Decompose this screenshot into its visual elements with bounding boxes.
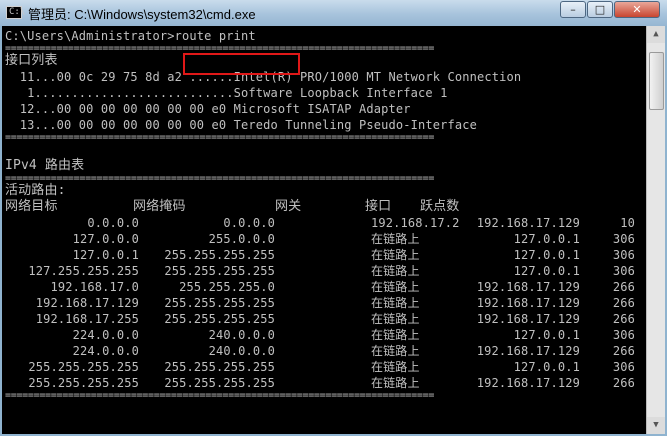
route-row: 192.168.17.0 255.255.255.0 在链路上 192.168.17.… xyxy=(5,279,635,295)
scroll-down-arrow[interactable]: ▼ xyxy=(647,417,665,434)
route-row: 255.255.255.255 255.255.255.255 在链路上 192.16… xyxy=(5,375,634,391)
command-highlight-box xyxy=(183,53,300,75)
route-column-headers: 网络目标 网络掩码 网关 接口 跃点数 xyxy=(5,199,521,215)
route-cell-metric: 266 xyxy=(612,296,635,310)
route-cell-metric: 306 xyxy=(612,248,635,262)
interface-row: 12...00 00 00 00 00 00 00 e0 Microsoft I… xyxy=(5,102,411,116)
column-header-gateway: 网关 xyxy=(275,199,302,214)
console-output[interactable]: C:\Users\Administrator>route print =====… xyxy=(2,26,646,434)
column-header-netmask: 网络掩码 xyxy=(133,199,186,214)
ipv4-route-table-header: IPv4 路由表 xyxy=(5,158,85,173)
route-cell-metric: 306 xyxy=(612,264,635,278)
route-cell-metric: 266 xyxy=(612,312,635,326)
route-row: 127.0.0.1 255.255.255.255 在链路上 127.0.0.1 306 xyxy=(5,247,635,263)
command-text: route print xyxy=(174,29,256,43)
cmd-window: C:\ 管理员: C:\Windows\system32\cmd.exe – □… xyxy=(0,0,667,436)
interface-row: 1...........................Software Loo… xyxy=(5,86,448,100)
route-row: 127.0.0.0 255.0.0.0 在链路上 127.0.0.1 306 xyxy=(5,231,635,247)
interface-row: 13...00 00 00 00 00 00 00 e0 Teredo Tunn… xyxy=(5,118,477,132)
column-header-destination: 网络目标 xyxy=(5,199,58,214)
column-header-metric: 跃点数 xyxy=(420,199,460,214)
route-row: 192.168.17.129 255.255.255.255 在链路上 192.168… xyxy=(5,295,635,311)
route-row: 127.255.255.255 255.255.255.255 在链路上 127.0.… xyxy=(5,263,634,279)
prompt-text: C:\Users\Administrator> xyxy=(5,29,175,43)
route-cell-metric: 306 xyxy=(612,232,635,246)
separator-line: ========================================… xyxy=(5,133,435,142)
route-cell-metric: 306 xyxy=(612,328,635,342)
route-row: 224.0.0.0 240.0.0.0 在链路上 127.0.0.1 306 xyxy=(5,327,635,343)
separator-line: ========================================… xyxy=(5,174,435,183)
maximize-button[interactable]: □ xyxy=(587,1,613,18)
scroll-up-arrow[interactable]: ▲ xyxy=(647,26,665,43)
route-row: 224.0.0.0 240.0.0.0 在链路上 192.168.17.129 266 xyxy=(5,343,635,359)
column-header-interface: 接口 xyxy=(365,199,392,214)
separator-line: ========================================… xyxy=(5,391,435,400)
window-title: 管理员: C:\Windows\system32\cmd.exe xyxy=(28,7,256,22)
title-bar[interactable]: C:\ 管理员: C:\Windows\system32\cmd.exe – □… xyxy=(0,0,667,26)
scrollbar-thumb[interactable] xyxy=(649,52,664,110)
route-cell-metric: 266 xyxy=(612,344,635,358)
close-button[interactable]: ✕ xyxy=(614,1,660,18)
minimize-button[interactable]: – xyxy=(560,1,586,18)
route-cell-metric: 10 xyxy=(620,216,635,230)
cmd-icon-glyph: C:\ xyxy=(9,7,26,17)
route-cell-metric: 266 xyxy=(612,280,635,294)
vertical-scrollbar[interactable]: ▲ ▼ xyxy=(646,26,665,434)
route-cell-metric: 266 xyxy=(612,376,635,390)
route-cell-metric: 306 xyxy=(612,360,635,374)
active-routes-label: 活动路由: xyxy=(5,183,66,198)
separator-line: ========================================… xyxy=(5,44,435,53)
route-row: 255.255.255.255 255.255.255.255 在链路上 127.0.… xyxy=(5,359,634,375)
route-row: 192.168.17.255 255.255.255.255 在链路上 192.168… xyxy=(5,311,635,327)
route-row: 0.0.0.0 0.0.0.0 192.168.17.2 192.168.17.129… xyxy=(5,215,634,231)
command-line: C:\Users\Administrator>route print xyxy=(5,28,521,44)
cmd-app-icon[interactable]: C:\ xyxy=(6,6,26,19)
